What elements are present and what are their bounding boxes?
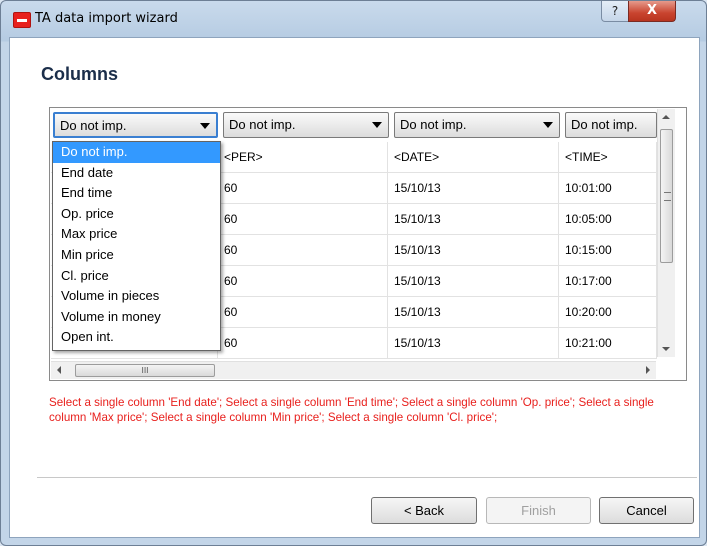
table-cell: <DATE> (388, 142, 559, 173)
column-type-select-4[interactable]: Do not imp. (565, 112, 657, 138)
dropdown-option[interactable]: End date (53, 163, 220, 184)
dropdown-option[interactable]: Cl. price (53, 266, 220, 287)
column-type-select-1[interactable]: Do not imp. (53, 112, 218, 138)
table-cell: <PER> (218, 142, 388, 173)
chevron-down-icon (543, 122, 553, 128)
column-type-select-3[interactable]: Do not imp. (394, 112, 560, 138)
column-type-select-label: Do not imp. (229, 117, 296, 132)
table-cell: 60 (218, 297, 388, 328)
grip-icon: III (141, 366, 149, 375)
scroll-left-icon[interactable] (57, 366, 61, 374)
title-bar[interactable]: TA data import wizard ? X (1, 1, 706, 37)
dropdown-options: Do not imp. End date End time Op. price Max … (53, 142, 220, 348)
column-type-select-label: Do not imp. (400, 117, 467, 132)
table-cell: 15/10/13 (388, 328, 559, 359)
back-button[interactable]: < Back (371, 497, 477, 524)
table-cell: 60 (218, 204, 388, 235)
table-cell: 10:01:00 (559, 173, 657, 204)
grip-icon (664, 192, 671, 201)
table-cell: 15/10/13 (388, 204, 559, 235)
table-cell: 10:17:00 (559, 266, 657, 297)
wizard-window: TA data import wizard ? X Columns Do not… (0, 0, 707, 546)
validation-message: Select a single column 'End date'; Selec… (49, 396, 654, 424)
dropdown-option[interactable]: Do not imp. (53, 142, 220, 163)
horizontal-scroll-thumb[interactable]: III (75, 364, 215, 377)
table-cell: <TIME> (559, 142, 657, 173)
close-button[interactable]: X (628, 1, 676, 22)
table-cell: 10:15:00 (559, 235, 657, 266)
page-title: Columns (41, 64, 119, 84)
help-button[interactable]: ? (601, 1, 629, 22)
table-cell: 15/10/13 (388, 173, 559, 204)
table-cell: 15/10/13 (388, 297, 559, 328)
table-cell: 15/10/13 (388, 235, 559, 266)
cancel-button[interactable]: Cancel (599, 497, 694, 524)
column-type-select-2[interactable]: Do not imp. (223, 112, 389, 138)
window-title: TA data import wizard (35, 11, 178, 26)
chevron-down-icon (200, 123, 210, 129)
horizontal-scrollbar[interactable]: III (51, 361, 656, 379)
dropdown-option[interactable]: Volume in money (53, 307, 220, 328)
dropdown-option[interactable]: Volume in pieces (53, 286, 220, 307)
table-cell: 15/10/13 (388, 266, 559, 297)
column-type-select-label: Do not imp. (60, 118, 127, 133)
scroll-right-icon[interactable] (646, 366, 650, 374)
table-cell: 60 (218, 328, 388, 359)
dropdown-option[interactable]: Open int. (53, 327, 220, 348)
scroll-down-icon[interactable] (662, 347, 670, 351)
column-type-dropdown-list[interactable]: Do not imp. End date End time Op. price Max … (52, 141, 221, 351)
dropdown-option[interactable]: Op. price (53, 204, 220, 225)
finish-button[interactable]: Finish (486, 497, 591, 524)
scroll-up-icon[interactable] (662, 115, 670, 119)
vertical-scrollbar[interactable] (657, 109, 675, 357)
dropdown-option[interactable]: End time (53, 183, 220, 204)
divider (37, 477, 697, 478)
vertical-scroll-thumb[interactable] (660, 129, 673, 263)
table-cell: 10:21:00 (559, 328, 657, 359)
column-type-select-label: Do not imp. (571, 117, 638, 132)
table-cell: 60 (218, 235, 388, 266)
table-cell: 60 (218, 173, 388, 204)
table-cell: 10:05:00 (559, 204, 657, 235)
table-cell: 60 (218, 266, 388, 297)
dropdown-option[interactable]: Max price (53, 224, 220, 245)
app-logo-icon (13, 12, 31, 28)
dropdown-option[interactable]: Min price (53, 245, 220, 266)
table-cell: 10:20:00 (559, 297, 657, 328)
chevron-down-icon (372, 122, 382, 128)
